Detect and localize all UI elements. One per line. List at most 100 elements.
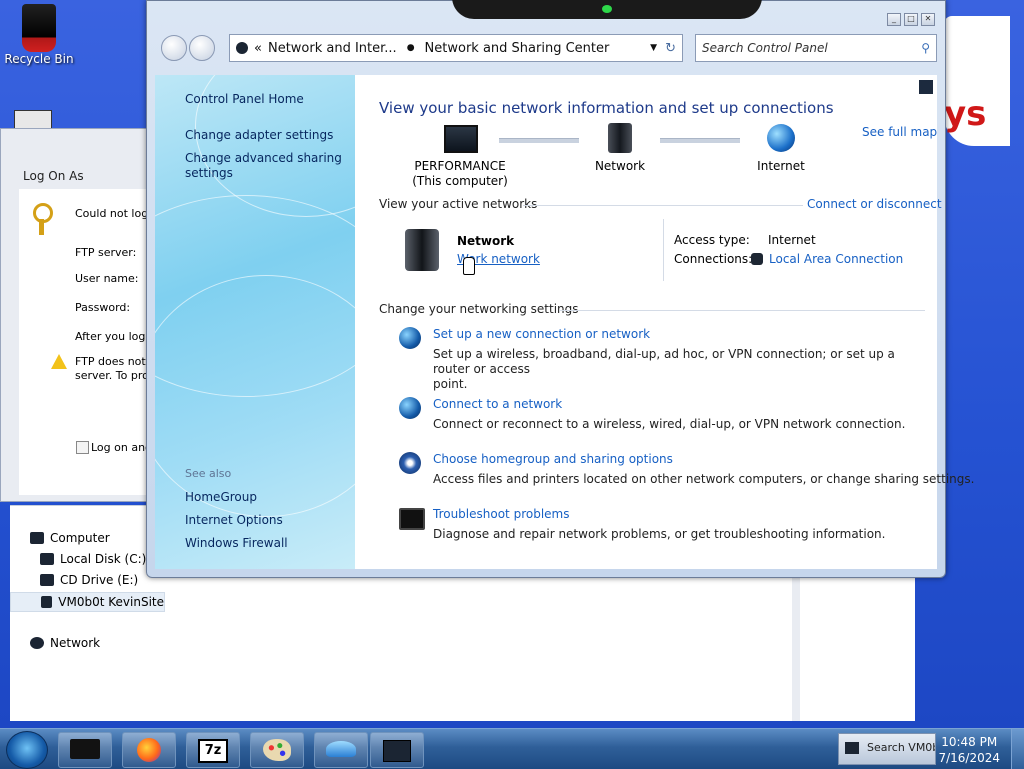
windows-firewall-link[interactable]: Windows Firewall [185, 536, 288, 550]
connect-network-icon [399, 397, 421, 419]
network-sharing-center-window: _ □ ✕ « Network and Inter... ● Network a… [146, 0, 974, 578]
setup-connection-desc: Set up a wireless, broadband, dial-up, a… [433, 347, 895, 391]
breadcrumb-overflow-icon[interactable]: « [254, 41, 262, 56]
explorer-app-icon [70, 739, 100, 759]
tray-network-icon[interactable] [845, 742, 859, 754]
access-type-value: Internet [768, 233, 816, 247]
taskbar: 7z Search VM0b0 10:48 PM 7/16/2024 [0, 728, 1024, 769]
clock-date: 7/16/2024 [938, 751, 1000, 765]
left-pane: Control Panel Home Change adapter settin… [155, 75, 355, 569]
after-logon-text: After you log o [75, 330, 156, 343]
homegroup-sharing-link[interactable]: Choose homegroup and sharing options [433, 452, 673, 466]
search-placeholder: Search Control Panel [702, 41, 828, 55]
taskbar-7zip-button[interactable]: 7z [186, 732, 240, 768]
taskbar-network-button[interactable] [370, 732, 424, 768]
homegroup-icon [399, 452, 421, 474]
network-globe-icon [30, 637, 44, 649]
tree-item-computer[interactable]: Computer [30, 531, 110, 545]
firefox-icon [137, 738, 161, 762]
tree-item-network[interactable]: Network [30, 636, 100, 650]
connect-network-link[interactable]: Connect to a network [433, 397, 562, 411]
local-area-connection-link[interactable]: Local Area Connection [769, 252, 903, 266]
connect-network-desc: Connect or reconnect to a wireless, wire… [433, 417, 906, 431]
address-dropdown-icon[interactable]: ▼ [650, 43, 657, 53]
cd-drive-icon [40, 574, 54, 586]
active-network-name: Network [457, 234, 515, 248]
taskbar-paint-button[interactable] [250, 732, 304, 768]
logon-dialog: Log On As Could not login FTP server: Us… [0, 128, 162, 502]
minimize-button[interactable]: _ [887, 13, 901, 26]
close-button[interactable]: ✕ [921, 13, 935, 26]
page-heading: View your basic network information and … [379, 99, 834, 117]
address-bar[interactable]: « Network and Inter... ● Network and Sha… [229, 34, 683, 62]
map-line-1 [499, 138, 579, 143]
setup-connection-link[interactable]: Set up a new connection or network [433, 327, 650, 341]
troubleshoot-icon [399, 508, 425, 530]
show-desktop-button[interactable] [1011, 729, 1024, 769]
recycle-bin[interactable]: Recycle Bin [4, 4, 74, 66]
computer-icon [444, 125, 478, 153]
see-also-heading: See also [185, 467, 232, 480]
taskbar-explorer-button[interactable] [58, 732, 112, 768]
breadcrumb-sharing-center[interactable]: Network and Sharing Center [425, 41, 610, 56]
start-button[interactable] [6, 731, 48, 769]
tree-item-cd-drive[interactable]: CD Drive (E:) [40, 573, 138, 587]
troubleshoot-link[interactable]: Troubleshoot problems [433, 507, 569, 521]
clock-time: 10:48 PM [941, 735, 998, 749]
map-computer-label: PERFORMANCE (This computer) [405, 159, 515, 189]
navigation-buttons [161, 35, 215, 61]
warning-line-2: server. To pro [75, 369, 149, 382]
user-name-label: User name: [75, 272, 139, 285]
breadcrumb-network-internet[interactable]: Network and Inter... [268, 41, 397, 56]
control-panel-home-link[interactable]: Control Panel Home [185, 92, 304, 106]
help-icon[interactable] [919, 80, 933, 94]
maximize-button[interactable]: □ [904, 13, 918, 26]
explorer-divider [792, 576, 800, 721]
anonymous-checkbox[interactable] [76, 441, 89, 454]
key-icon [33, 203, 57, 235]
connect-disconnect-link[interactable]: Connect or disconnect [807, 197, 942, 211]
paint-palette-icon [263, 739, 291, 761]
map-network-label: Network [594, 159, 646, 173]
setup-connection-icon [399, 327, 421, 349]
map-line-2 [660, 138, 740, 143]
map-computer-sub: (This computer) [412, 174, 508, 188]
system-clock[interactable]: 10:48 PM 7/16/2024 [938, 734, 1000, 766]
desktop-shortcut-icon[interactable] [14, 110, 52, 130]
logon-title: Log On As [23, 169, 84, 183]
taskbar-app-button[interactable] [314, 732, 368, 768]
active-networks-heading: View your active networks [379, 197, 538, 211]
breadcrumb-separator-icon[interactable]: ● [407, 43, 415, 53]
computer-icon [30, 532, 44, 544]
taskbar-firefox-button[interactable] [122, 732, 176, 768]
search-icon[interactable]: ⚲ [921, 41, 930, 55]
logon-panel: Could not login FTP server: User name: P… [19, 189, 161, 495]
recycle-bin-label: Recycle Bin [4, 52, 74, 66]
content-area: Control Panel Home Change adapter settin… [155, 75, 974, 569]
top-decoration [452, 0, 762, 19]
tree-item-local-disk[interactable]: Local Disk (C:) [40, 552, 146, 566]
search-input[interactable]: Search Control Panel ⚲ [695, 34, 937, 62]
taskbar-search-box[interactable]: Search VM0b0 [838, 733, 936, 765]
change-adapter-settings-link[interactable]: Change adapter settings [185, 128, 333, 142]
internet-options-link[interactable]: Internet Options [185, 513, 283, 527]
hand-cursor-icon [463, 257, 475, 275]
map-internet-label: Internet [757, 159, 805, 173]
warning-icon [51, 354, 67, 369]
refresh-icon[interactable]: ↻ [665, 41, 676, 56]
homegroup-link[interactable]: HomeGroup [185, 490, 257, 504]
change-advanced-sharing-link-line2[interactable]: settings [185, 166, 233, 180]
disk-icon [40, 553, 54, 565]
active-network-divider [663, 219, 664, 281]
dolphin-icon [326, 741, 356, 757]
network-app-icon [383, 740, 411, 762]
tree-item-vm-site[interactable]: VM0b0t KevinSite [10, 592, 165, 612]
active-network-icon [405, 229, 439, 271]
see-full-map-link[interactable]: See full map [862, 125, 937, 139]
change-advanced-sharing-link[interactable]: Change advanced sharing [185, 151, 342, 165]
back-button[interactable] [161, 35, 187, 61]
ftp-server-label: FTP server: [75, 246, 137, 259]
internet-globe-icon [767, 124, 795, 152]
forward-button[interactable] [189, 35, 215, 61]
taskbar-search-text: Search VM0b0 [867, 741, 935, 754]
